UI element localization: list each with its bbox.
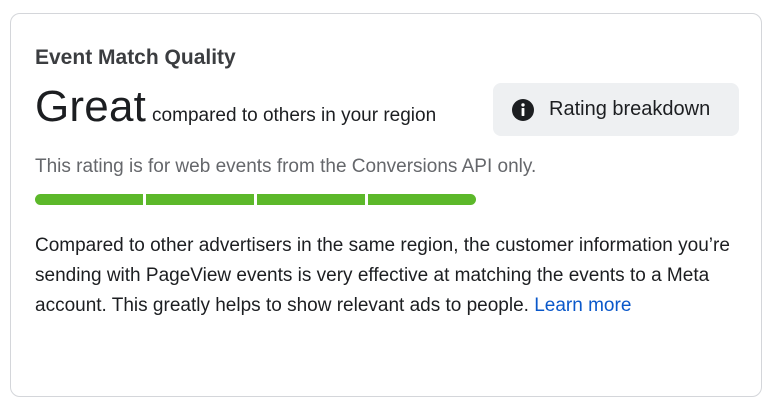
rating-row: Great compared to others in your region: [35, 82, 436, 142]
learn-more-link[interactable]: Learn more: [534, 295, 631, 316]
card-title: Event Match Quality: [35, 46, 236, 69]
quality-bar-segment: [257, 194, 365, 205]
rating-value: Great: [35, 82, 147, 131]
rating-scope-note: This rating is for web events from the C…: [35, 156, 537, 177]
rating-context: compared to others in your region: [152, 105, 437, 126]
quality-bar: [35, 194, 476, 205]
quality-bar-segment: [146, 194, 254, 205]
info-icon: [511, 98, 535, 122]
event-match-quality-card: Event Match Quality Great compared to oth…: [10, 13, 762, 397]
quality-bar-segment: [35, 194, 143, 205]
rating-breakdown-label: Rating breakdown: [549, 98, 711, 120]
description: Compared to other advertisers in the sam…: [35, 231, 735, 321]
rating-breakdown-button[interactable]: Rating breakdown: [493, 83, 739, 136]
quality-bar-segment: [368, 194, 476, 205]
